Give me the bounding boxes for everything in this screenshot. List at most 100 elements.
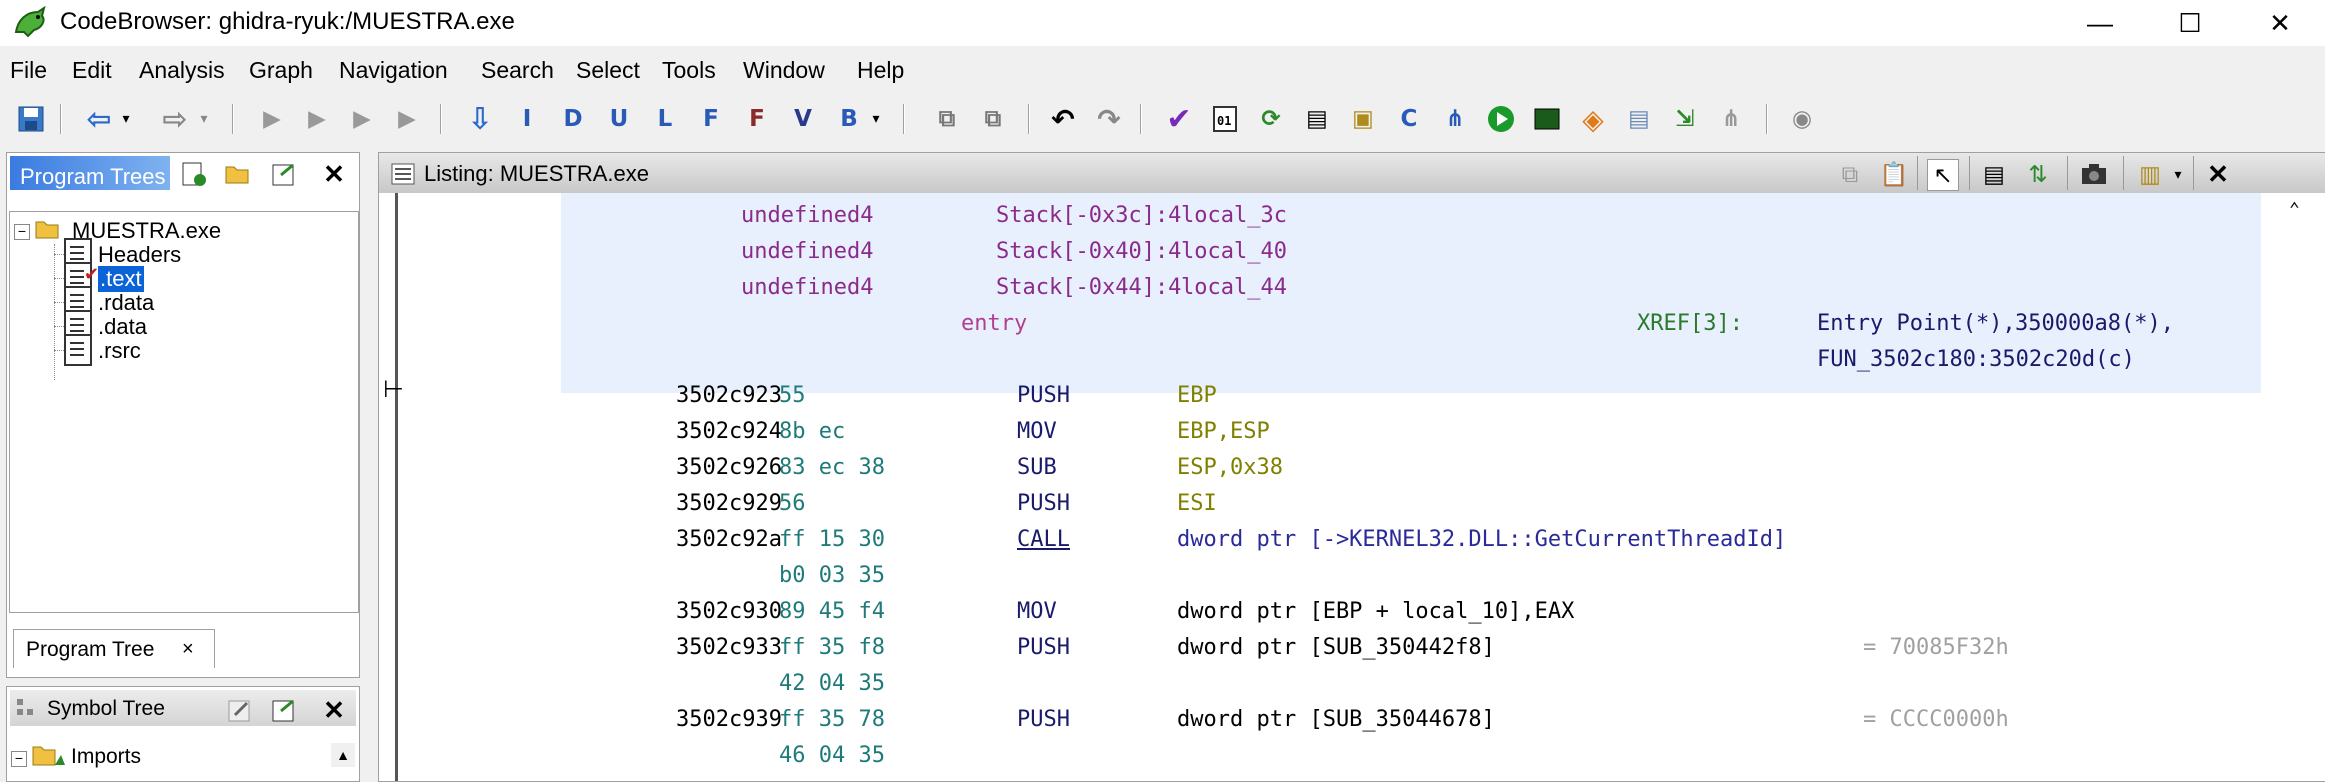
back-arrow-icon[interactable]: ⇦: [82, 102, 116, 137]
xref-header: XREF[3]:: [1637, 311, 1743, 336]
function-icon[interactable]: F: [694, 102, 728, 136]
row-address: 3502c923: [676, 383, 782, 408]
tree-item-data[interactable]: .data: [98, 314, 147, 340]
export-icon[interactable]: ⇲: [1668, 102, 1702, 136]
scroll-up-icon[interactable]: ▲: [331, 743, 355, 767]
paste-icon[interactable]: 📋: [1879, 159, 1909, 189]
hierarchy-icon[interactable]: ⋔: [1714, 102, 1748, 136]
collapse-toggle[interactable]: −: [14, 224, 30, 240]
menu-search[interactable]: Search: [481, 57, 554, 84]
field-edit-icon[interactable]: ▤: [1979, 159, 2009, 189]
open-folder-icon[interactable]: [223, 159, 253, 189]
row-mnemonic: CALL: [1017, 527, 1070, 552]
merge-alt-icon[interactable]: ⧉: [976, 102, 1010, 136]
bytes-icon[interactable]: 01: [1208, 102, 1242, 136]
edit-symbol-icon[interactable]: [225, 695, 255, 725]
program-trees-close-button[interactable]: ✕: [319, 159, 349, 189]
current-fragment-marker-icon: ✔: [84, 264, 100, 284]
menu-window[interactable]: Window: [743, 57, 825, 84]
menu-select[interactable]: Select: [576, 57, 640, 84]
local-type: undefined4: [741, 275, 874, 300]
listing-title: Listing: MUESTRA.exe: [424, 161, 649, 186]
xref-entry-point[interactable]: Entry Point(*),: [1817, 311, 2016, 336]
label-icon[interactable]: L: [648, 102, 682, 136]
snapshot-camera-icon[interactable]: [2079, 159, 2109, 189]
non-function-icon[interactable]: F: [740, 102, 774, 136]
refresh-green-icon[interactable]: ⟳: [1254, 102, 1288, 136]
minimize-button[interactable]: —: [2055, 0, 2145, 46]
nav-prev-func-icon[interactable]: ▶: [345, 102, 379, 136]
data-icon[interactable]: D: [556, 102, 590, 136]
tab-close-icon[interactable]: ×: [182, 638, 194, 661]
maximize-button[interactable]: ☐: [2145, 0, 2235, 46]
ghidra-dragon-icon: [12, 5, 50, 40]
menu-graph[interactable]: Graph: [249, 57, 313, 84]
menu-edit[interactable]: Edit: [72, 57, 112, 84]
row-address: 3502c933: [676, 635, 782, 660]
tree-item-rdata[interactable]: .rdata: [98, 290, 154, 316]
entry-label[interactable]: entry: [961, 311, 1027, 336]
listing-scrollbar[interactable]: ⌃: [2281, 193, 2321, 781]
layout-icon[interactable]: ▥: [2135, 159, 2165, 189]
nav-next-func-icon[interactable]: ▶: [390, 102, 424, 136]
data-types-icon[interactable]: ▣: [1346, 102, 1380, 136]
local-name: local_40: [1181, 239, 1287, 264]
back-dropdown-icon[interactable]: ▾: [118, 102, 134, 136]
table-icon[interactable]: ▤: [1300, 102, 1334, 136]
menu-analysis[interactable]: Analysis: [139, 57, 225, 84]
function-graph-icon[interactable]: C: [1392, 102, 1426, 136]
menu-help[interactable]: Help: [857, 57, 904, 84]
forward-dropdown-icon[interactable]: ▾: [196, 102, 212, 136]
close-window-button[interactable]: ✕: [2235, 0, 2325, 46]
tree-item-headers[interactable]: Headers: [98, 242, 181, 268]
go-to-symbol-icon[interactable]: [269, 695, 299, 725]
redo-icon[interactable]: ↷: [1092, 102, 1126, 136]
cursor-select-icon[interactable]: ↖: [1927, 159, 1959, 191]
nav-next-icon[interactable]: ▶: [300, 102, 334, 136]
bookmark-dropdown-icon[interactable]: ▾: [868, 102, 884, 136]
variable-icon[interactable]: V: [786, 102, 820, 136]
instruction-icon[interactable]: I: [510, 102, 544, 136]
memory-map-icon[interactable]: [1530, 102, 1564, 136]
tab-program-tree[interactable]: Program Tree ×: [13, 629, 215, 668]
symbol-tree-icon: [15, 697, 37, 725]
local-name: local_44: [1181, 275, 1287, 300]
xref-caller[interactable]: FUN_3502c180:3502c20d(c): [1817, 347, 2135, 372]
checkmark-icon[interactable]: ✔: [1162, 102, 1196, 137]
tree-item-text[interactable]: .text: [97, 265, 145, 293]
run-icon[interactable]: [1484, 102, 1518, 136]
go-to-icon[interactable]: [269, 159, 299, 189]
nav-prev-icon[interactable]: ▶: [255, 102, 289, 136]
plugin-icon[interactable]: ◉: [1785, 102, 1819, 136]
row-eol-comment: = CCCC0000h: [1863, 707, 2009, 732]
undo-icon[interactable]: ↶: [1046, 102, 1080, 136]
row-operands: dword ptr [->KERNEL32.DLL::GetCurrentThr…: [1177, 527, 1787, 552]
bookmark-icon[interactable]: B: [832, 102, 866, 136]
save-icon[interactable]: [14, 102, 48, 136]
diamond-icon[interactable]: ◈: [1576, 102, 1610, 136]
scroll-up-icon[interactable]: ⌃: [2289, 199, 2300, 220]
layout-dropdown-icon[interactable]: ▾: [2169, 159, 2187, 189]
tree-root-label[interactable]: MUESTRA.exe: [72, 218, 221, 244]
symbol-tree-close-button[interactable]: ✕: [319, 695, 349, 725]
xref-address[interactable]: 350000a8(*),: [2015, 311, 2174, 336]
diff-icon[interactable]: ⇅: [2023, 159, 2053, 189]
row-mnemonic: MOV: [1017, 419, 1057, 444]
imports-collapse-toggle[interactable]: −: [11, 751, 27, 767]
listing-close-button[interactable]: ✕: [2203, 159, 2233, 189]
down-arrow-icon[interactable]: ⇩: [463, 102, 497, 137]
tree-item-imports[interactable]: Imports: [71, 745, 141, 769]
row-bytes: 56: [779, 491, 806, 516]
merge-icon[interactable]: ⧉: [930, 102, 964, 136]
menu-file[interactable]: File: [10, 57, 47, 84]
menu-tools[interactable]: Tools: [662, 57, 716, 84]
script-list-icon[interactable]: ▤: [1622, 102, 1656, 136]
menu-navigation[interactable]: Navigation: [339, 57, 448, 84]
new-tree-icon[interactable]: [179, 159, 209, 189]
tree-item-rsrc[interactable]: .rsrc: [98, 338, 141, 364]
copy-icon[interactable]: ⧉: [1835, 159, 1865, 189]
call-tree-icon[interactable]: ⋔: [1438, 102, 1472, 136]
fragment-doc-icon: [64, 334, 92, 366]
undefined-icon[interactable]: U: [602, 102, 636, 136]
forward-arrow-icon[interactable]: ⇨: [158, 102, 192, 137]
